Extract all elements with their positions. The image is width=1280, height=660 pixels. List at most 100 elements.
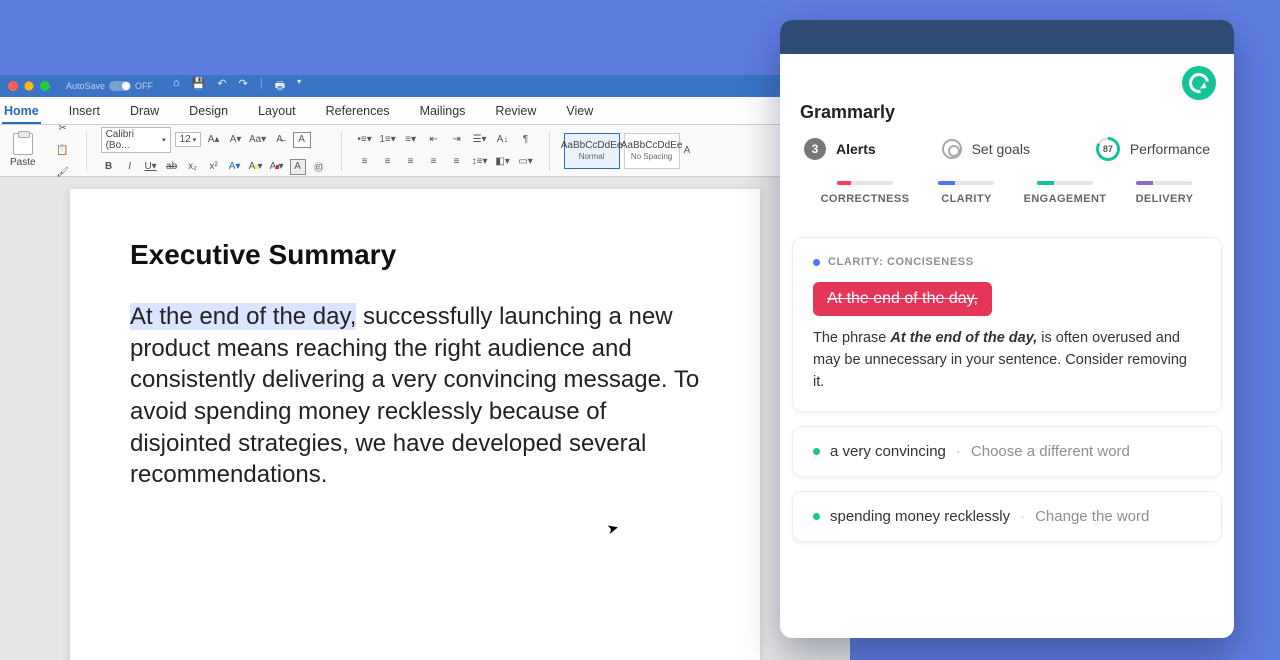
- inc-indent-icon[interactable]: ⇥: [448, 132, 466, 148]
- justify-icon[interactable]: ≡: [425, 154, 443, 170]
- line-spacing-icon[interactable]: ↕≡▾: [471, 154, 489, 170]
- align-left-icon[interactable]: ≡: [356, 154, 374, 170]
- autosave-label: AutoSave: [66, 81, 105, 91]
- performance-ring-icon: 87: [1096, 137, 1120, 161]
- tab-performance[interactable]: 87 Performance: [1096, 137, 1210, 161]
- multilevel-icon[interactable]: ≡▾: [402, 132, 420, 148]
- dec-indent-icon[interactable]: ⇤: [425, 132, 443, 148]
- strike-button[interactable]: ab: [164, 159, 180, 175]
- subscript-button[interactable]: x₂: [185, 159, 201, 175]
- char-border-icon[interactable]: A: [293, 132, 311, 148]
- bar-engagement-icon: [1037, 181, 1093, 185]
- suggestion-card-main[interactable]: CLARITY: CONCISENESS At the end of the d…: [792, 237, 1222, 412]
- maximize-icon[interactable]: [40, 81, 50, 91]
- cat-clarity[interactable]: CLARITY: [938, 181, 994, 205]
- style-normal[interactable]: AaBbCcDdEe Normal: [564, 133, 620, 169]
- autosave-toggle[interactable]: AutoSave OFF: [66, 81, 153, 91]
- suggestion-hint: Change the word: [1035, 508, 1149, 525]
- borders-icon[interactable]: ▭▾: [517, 154, 535, 170]
- save-icon[interactable]: 💾: [192, 77, 206, 96]
- underline-button[interactable]: U▾: [143, 159, 159, 175]
- clipboard-icon: [13, 133, 33, 155]
- suggestion-explanation: The phrase At the end of the day, is oft…: [813, 328, 1201, 393]
- print-icon[interactable]: 🖶: [275, 77, 285, 96]
- cut-icon[interactable]: ✂: [54, 121, 72, 137]
- tab-view[interactable]: View: [564, 98, 595, 124]
- cat-delivery[interactable]: DELIVERY: [1136, 181, 1194, 205]
- shrink-font-icon[interactable]: A▾: [227, 132, 245, 148]
- tab-set-goals[interactable]: Set goals: [942, 137, 1030, 161]
- char-shading-icon[interactable]: A: [290, 159, 306, 175]
- undo-icon[interactable]: ↶: [217, 77, 226, 96]
- highlight-color-icon[interactable]: A▾: [248, 159, 264, 175]
- goals-label: Set goals: [972, 141, 1030, 157]
- font-group: Calibri (Bo...▾ 12▾ A▴ A▾ Aa▾ A̶ A B I U…: [95, 127, 333, 175]
- format-painter-icon[interactable]: 🖌: [54, 165, 72, 181]
- tab-draw[interactable]: Draw: [128, 98, 161, 124]
- card-label: CLARITY: CONCISENESS: [813, 256, 1201, 268]
- paste-label: Paste: [10, 157, 36, 168]
- chevron-down-icon[interactable]: ▾: [297, 77, 301, 96]
- word-titlebar: AutoSave OFF ⌂ 💾 ↶ ↷ | 🖶 ▾: [0, 75, 850, 97]
- font-family-select[interactable]: Calibri (Bo...▾: [101, 127, 171, 153]
- dot-icon: [813, 259, 820, 266]
- page-title: Executive Summary: [130, 239, 700, 271]
- suggestion-card[interactable]: a very convincing · Choose a different w…: [792, 426, 1222, 477]
- alerts-label: Alerts: [836, 141, 876, 157]
- tab-mailings[interactable]: Mailings: [418, 98, 468, 124]
- asian-layout-icon[interactable]: ☰▾: [471, 132, 489, 148]
- document-area[interactable]: Executive Summary At the end of the day,…: [0, 177, 850, 660]
- show-marks-icon[interactable]: ¶: [517, 132, 535, 148]
- align-right-icon[interactable]: ≡: [402, 154, 420, 170]
- document-page[interactable]: Executive Summary At the end of the day,…: [70, 189, 760, 660]
- grammarly-logo-icon[interactable]: [1182, 66, 1216, 100]
- dot-icon: [813, 448, 820, 455]
- autosave-state: OFF: [135, 81, 153, 91]
- cat-engagement[interactable]: ENGAGEMENT: [1024, 181, 1107, 205]
- body-paragraph[interactable]: At the end of the day, successfully laun…: [130, 301, 700, 491]
- tab-home[interactable]: Home: [2, 98, 41, 124]
- redo-icon[interactable]: ↷: [239, 77, 248, 96]
- cat-correctness[interactable]: CORRECTNESS: [821, 181, 910, 205]
- suggestion-card[interactable]: spending money recklessly · Change the w…: [792, 491, 1222, 542]
- clipboard-extra[interactable]: ✂ 📋 🖌: [48, 121, 78, 181]
- paste-button[interactable]: Paste: [4, 133, 42, 168]
- suggestion-list: CLARITY: CONCISENESS At the end of the d…: [780, 215, 1234, 638]
- minimize-icon[interactable]: [24, 81, 34, 91]
- tab-alerts[interactable]: 3 Alerts: [804, 137, 876, 161]
- enclosed-char-icon[interactable]: ㊞: [311, 159, 327, 175]
- style-no-spacing[interactable]: AaBbCcDdEe No Spacing: [624, 133, 680, 169]
- grammarly-title: Grammarly: [800, 102, 1214, 123]
- alerts-count-badge: 3: [804, 138, 826, 160]
- paragraph-group: •≡▾ 1≡▾ ≡▾ ⇤ ⇥ ☰▾ A↓ ¶ ≡ ≡ ≡ ≡ ≡ ↕≡▾ ◧▾ …: [350, 132, 541, 170]
- copy-icon[interactable]: 📋: [54, 143, 72, 159]
- distribute-icon[interactable]: ≡: [448, 154, 466, 170]
- close-icon[interactable]: [8, 81, 18, 91]
- bold-button[interactable]: B: [101, 159, 117, 175]
- shading-icon[interactable]: ◧▾: [494, 154, 512, 170]
- font-color-icon[interactable]: A▾: [269, 159, 285, 175]
- numbering-icon[interactable]: 1≡▾: [379, 132, 397, 148]
- bar-clarity-icon: [938, 181, 994, 185]
- strike-suggestion[interactable]: At the end of the day,: [813, 282, 992, 316]
- dot-icon: [813, 513, 820, 520]
- align-center-icon[interactable]: ≡: [379, 154, 397, 170]
- tab-references[interactable]: References: [324, 98, 392, 124]
- tab-design[interactable]: Design: [187, 98, 230, 124]
- clear-format-icon[interactable]: A̶: [271, 132, 289, 148]
- suggestion-hint: Choose a different word: [971, 443, 1130, 460]
- tab-review[interactable]: Review: [493, 98, 538, 124]
- category-bars: CORRECTNESS CLARITY ENGAGEMENT DELIVERY: [806, 181, 1208, 205]
- bullets-icon[interactable]: •≡▾: [356, 132, 374, 148]
- text-effect-icon[interactable]: A▾: [227, 159, 243, 175]
- italic-button[interactable]: I: [122, 159, 138, 175]
- styles-group: AaBbCcDdEe Normal AaBbCcDdEe No Spacing …: [558, 133, 697, 169]
- home-icon[interactable]: ⌂: [173, 77, 180, 96]
- change-case-icon[interactable]: Aa▾: [249, 132, 267, 148]
- ribbon: Paste ✂ 📋 🖌 Calibri (Bo...▾ 12▾ A▴ A▾ Aa…: [0, 125, 850, 177]
- grow-font-icon[interactable]: A▴: [205, 132, 223, 148]
- tab-layout[interactable]: Layout: [256, 98, 298, 124]
- font-size-select[interactable]: 12▾: [175, 132, 201, 147]
- sort-icon[interactable]: A↓: [494, 132, 512, 148]
- superscript-button[interactable]: x²: [206, 159, 222, 175]
